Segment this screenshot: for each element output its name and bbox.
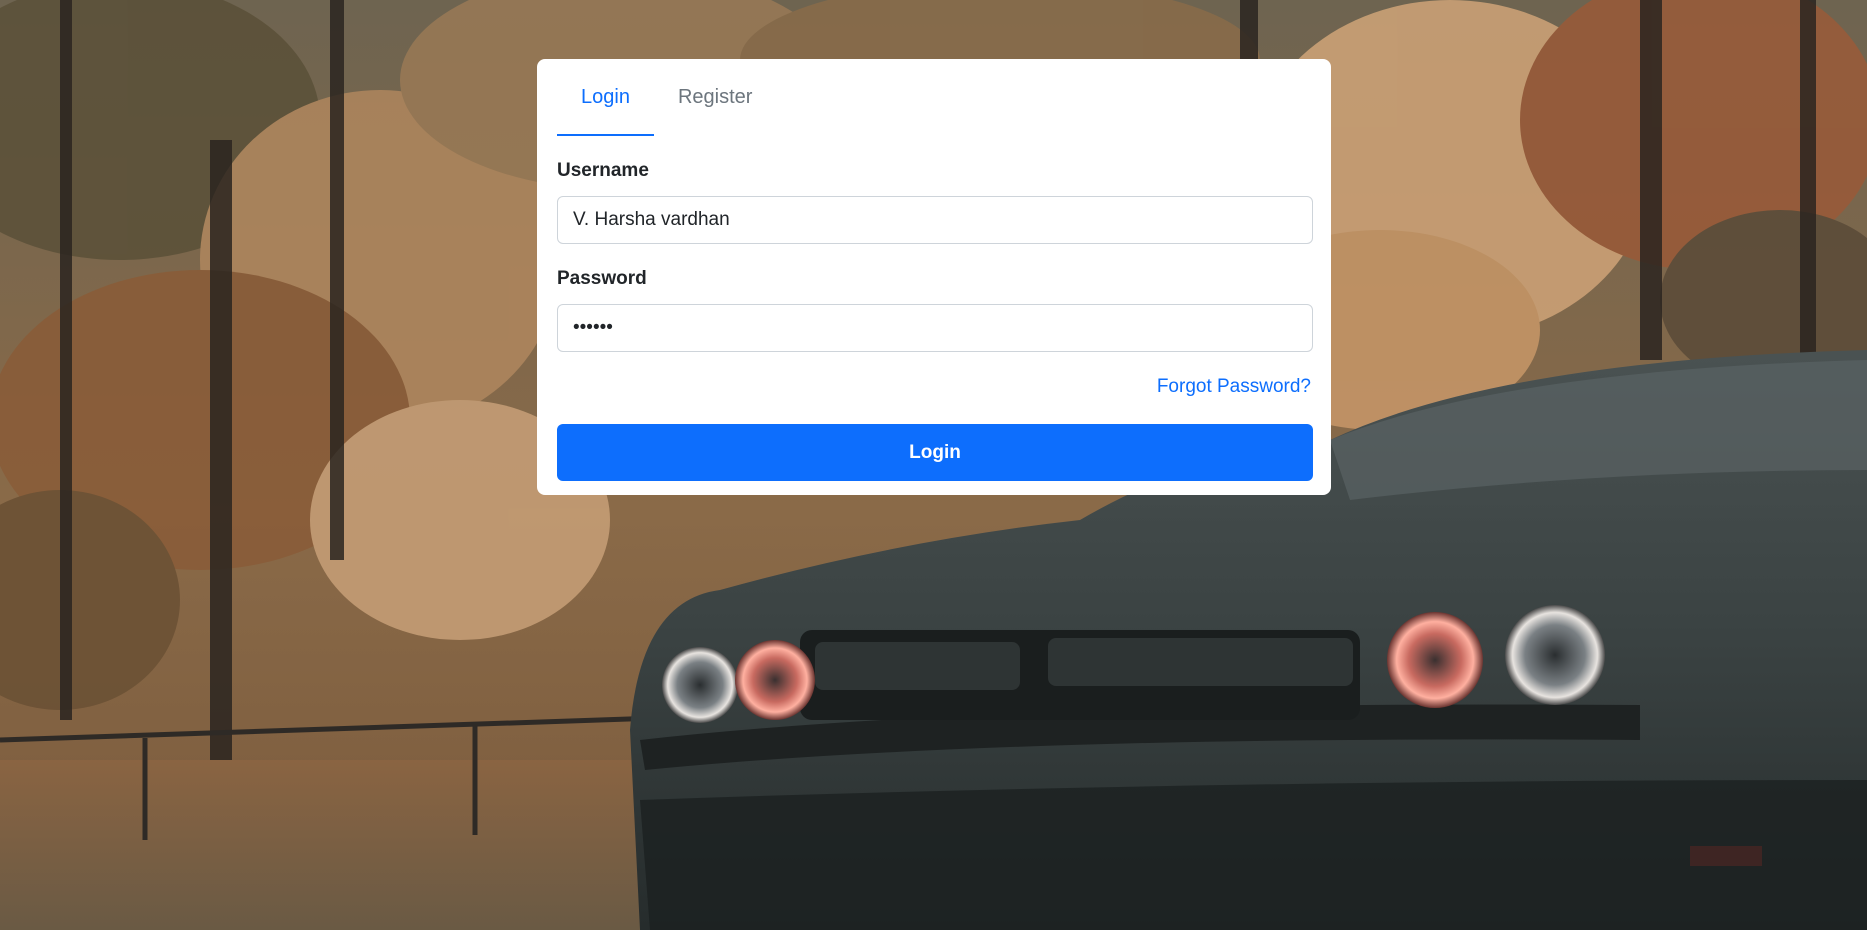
- tab-login[interactable]: Login: [557, 59, 654, 136]
- tab-register[interactable]: Register: [654, 59, 776, 136]
- password-label: Password: [557, 268, 647, 289]
- password-input[interactable]: [557, 304, 1313, 352]
- auth-tabs: Login Register: [557, 59, 1311, 136]
- username-input[interactable]: [557, 196, 1313, 244]
- login-card: Login Register Username Password Forgot …: [537, 59, 1331, 495]
- forgot-row: Forgot Password?: [557, 376, 1311, 400]
- login-button[interactable]: Login: [557, 424, 1313, 481]
- username-label: Username: [557, 160, 649, 181]
- tab-login-label: Login: [581, 86, 630, 108]
- forgot-password-link[interactable]: Forgot Password?: [1157, 376, 1311, 397]
- tab-register-label: Register: [677, 86, 753, 108]
